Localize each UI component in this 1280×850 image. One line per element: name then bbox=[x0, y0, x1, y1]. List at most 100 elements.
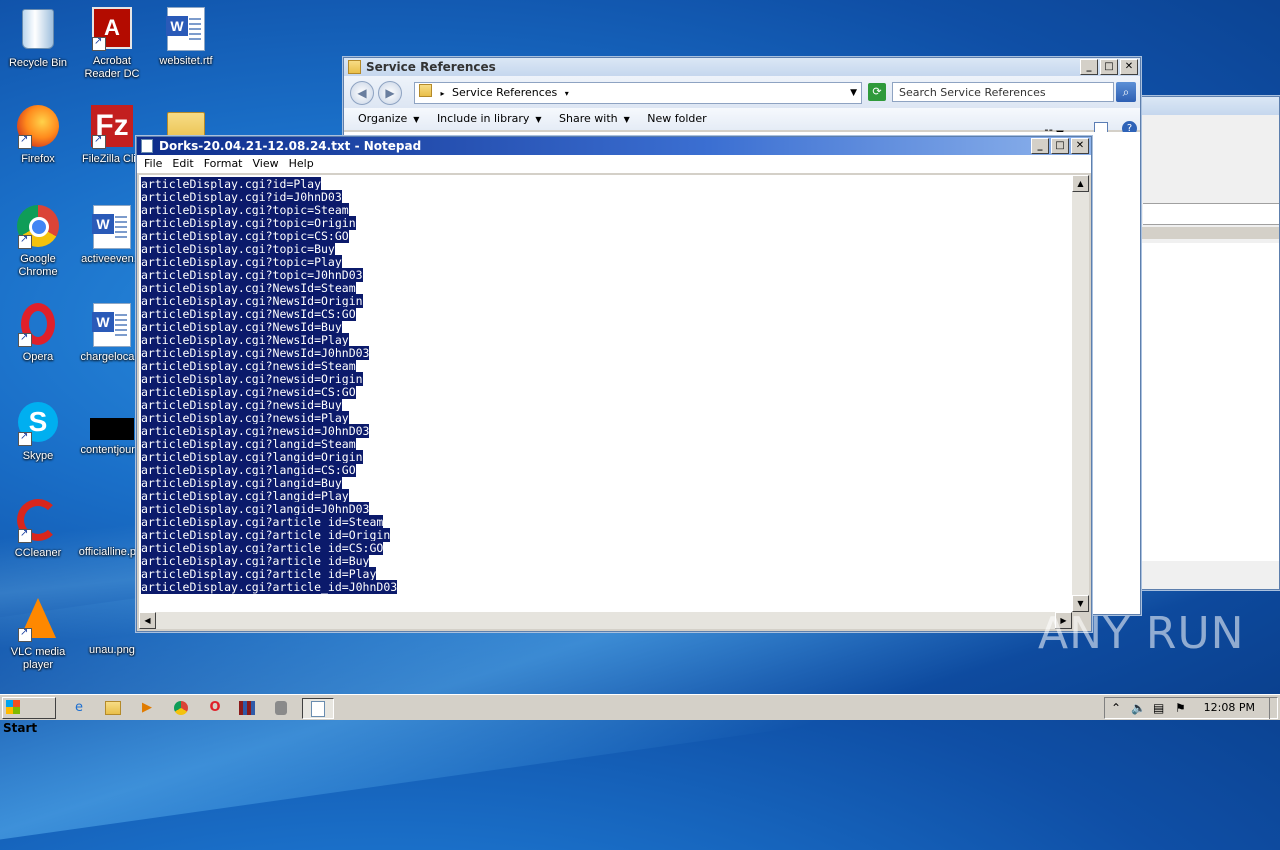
organize-button[interactable]: Organize bbox=[358, 112, 407, 125]
selected-text: articleDisplay.cgi?newsid=Buy bbox=[141, 398, 342, 412]
desktop-icon-skype[interactable]: S Skype bbox=[0, 400, 76, 463]
selected-text: articleDisplay.cgi?newsid=CS:GO bbox=[141, 385, 356, 399]
desktop-icon-label: Firefox bbox=[21, 153, 55, 165]
new-folder-button[interactable]: New folder bbox=[647, 112, 706, 125]
clock[interactable]: 12:08 PM bbox=[1204, 698, 1255, 718]
horizontal-scrollbar[interactable]: ◀ ▶ bbox=[139, 612, 1072, 629]
volume-icon[interactable]: 🔈 bbox=[1131, 698, 1146, 718]
notepad-titlebar[interactable]: Dorks-20.04.21-12.08.24.txt - Notepad _ … bbox=[137, 137, 1091, 155]
text-editor[interactable]: articleDisplay.cgi?id=Play articleDisplay… bbox=[139, 175, 1072, 612]
scroll-left-icon[interactable]: ◀ bbox=[139, 612, 156, 629]
menu-view[interactable]: View bbox=[248, 155, 284, 173]
shortcut-arrow-icon bbox=[18, 233, 32, 249]
desktop-icon-label: VLC media player bbox=[10, 646, 66, 671]
recycle-bin-icon bbox=[22, 9, 54, 49]
desktop-icon-acrobat[interactable]: A Acrobat Reader DC bbox=[74, 6, 150, 81]
menu-edit[interactable]: Edit bbox=[167, 155, 198, 173]
show-desktop-button[interactable] bbox=[1269, 697, 1280, 719]
menu-help[interactable]: Help bbox=[284, 155, 319, 173]
notepad-taskbar-button[interactable] bbox=[302, 698, 334, 719]
notepad-icon bbox=[141, 139, 153, 153]
explorer-titlebar[interactable]: Service References _ □ ✕ bbox=[344, 58, 1140, 76]
selected-text: articleDisplay.cgi?topic=J0hnD03 bbox=[141, 268, 363, 282]
desktop-icon-firefox[interactable]: Firefox bbox=[0, 104, 76, 166]
network-icon[interactable]: ▤ bbox=[1153, 698, 1164, 718]
selected-text: articleDisplay.cgi?langid=J0hnD03 bbox=[141, 502, 370, 516]
selected-text: articleDisplay.cgi?article_id=CS:GO bbox=[141, 541, 384, 555]
watermark: ANY RUN bbox=[1038, 608, 1245, 659]
archiver-icon[interactable] bbox=[236, 698, 258, 717]
shortcut-arrow-icon bbox=[18, 430, 32, 446]
vertical-scrollbar[interactable]: ▲ ▼ bbox=[1072, 175, 1089, 612]
search-icon[interactable]: ⌕ bbox=[1116, 82, 1136, 102]
selected-text: articleDisplay.cgi?NewsId=CS:GO bbox=[141, 307, 356, 321]
menu-file[interactable]: File bbox=[139, 155, 167, 173]
shortcut-arrow-icon bbox=[18, 527, 32, 543]
selected-text: articleDisplay.cgi?langid=Buy bbox=[141, 476, 342, 490]
selected-text: articleDisplay.cgi?article_id=J0hnD03 bbox=[141, 580, 398, 594]
chrome-taskbar-icon[interactable] bbox=[170, 698, 192, 717]
forward-arrow-icon[interactable]: ▶ bbox=[378, 81, 402, 105]
scroll-up-icon[interactable]: ▲ bbox=[1072, 175, 1089, 192]
desktop-icon-vlc[interactable]: VLC media player bbox=[0, 596, 76, 672]
minimize-button[interactable]: _ bbox=[1080, 59, 1098, 75]
desktop-icon-label: Opera bbox=[22, 351, 54, 363]
chevron-down-icon[interactable]: ▼ bbox=[850, 83, 857, 103]
breadcrumb-chevron-icon[interactable]: ▾ bbox=[565, 89, 569, 98]
menu-format[interactable]: Format bbox=[199, 155, 248, 173]
close-button[interactable]: ✕ bbox=[1120, 59, 1138, 75]
desktop-icon-label: Acrobat Reader DC bbox=[84, 55, 140, 80]
address-bar[interactable]: ▸ Service References ▾ ▼ bbox=[414, 82, 862, 104]
notepad-title: Dorks-20.04.21-12.08.24.txt - Notepad bbox=[159, 139, 422, 153]
start-button[interactable]: Start bbox=[2, 697, 56, 735]
selected-text: articleDisplay.cgi?id=Play bbox=[141, 177, 322, 191]
word-document-icon: W bbox=[92, 303, 131, 347]
internet-explorer-icon[interactable]: e bbox=[68, 698, 90, 717]
opera-taskbar-icon[interactable]: O bbox=[204, 698, 226, 717]
selected-text: articleDisplay.cgi?article_id=Buy bbox=[141, 554, 370, 568]
selected-text: articleDisplay.cgi?NewsId=Buy bbox=[141, 320, 342, 334]
file-thumbnail-icon bbox=[90, 418, 134, 440]
explorer-taskbar-icon[interactable] bbox=[102, 698, 124, 717]
desktop-icon-websitet[interactable]: W websitet.rtf bbox=[148, 6, 224, 68]
share-with-button[interactable]: Share with bbox=[559, 112, 618, 125]
desktop-icon-recycle-bin[interactable]: Recycle Bin bbox=[0, 6, 76, 70]
system-tray: ⌃ 🔈 ▤ ⚑ 12:08 PM bbox=[1104, 697, 1278, 719]
breadcrumb-arrow-icon[interactable]: ▸ bbox=[441, 89, 445, 98]
refresh-icon[interactable]: ⟳ bbox=[868, 83, 886, 101]
action-center-flag-icon[interactable]: ⚑ bbox=[1175, 698, 1186, 718]
taskbar: Start e ▶ O ⌃ 🔈 ▤ ⚑ 12:08 PM bbox=[0, 694, 1280, 735]
desktop-icon-chrome[interactable]: Google Chrome bbox=[0, 204, 76, 279]
selected-text: articleDisplay.cgi?article_id=Play bbox=[141, 567, 377, 581]
text-line[interactable]: articleDisplay.cgi?article_id=J0hnD03 bbox=[139, 580, 1072, 594]
selected-text: articleDisplay.cgi?newsid=Play bbox=[141, 411, 349, 425]
selected-text: articleDisplay.cgi?langid=Play bbox=[141, 489, 349, 503]
desktop-icon-unau[interactable]: unau.png bbox=[74, 644, 150, 657]
close-button[interactable]: ✕ bbox=[1071, 138, 1089, 154]
desktop-icon-ccleaner[interactable]: CCleaner bbox=[0, 498, 76, 560]
selected-text: articleDisplay.cgi?topic=CS:GO bbox=[141, 229, 349, 243]
include-in-library-button[interactable]: Include in library bbox=[437, 112, 529, 125]
desktop-icon-label: unau.png bbox=[89, 644, 135, 656]
media-player-icon[interactable]: ▶ bbox=[136, 698, 158, 717]
selected-text: articleDisplay.cgi?id=J0hnD03 bbox=[141, 190, 342, 204]
maximize-button[interactable]: □ bbox=[1051, 138, 1069, 154]
tool-icon[interactable] bbox=[270, 698, 292, 717]
breadcrumb[interactable]: Service References bbox=[452, 86, 557, 99]
selected-text: articleDisplay.cgi?newsid=Origin bbox=[141, 372, 363, 386]
selected-text: articleDisplay.cgi?NewsId=Play bbox=[141, 333, 349, 347]
shortcut-arrow-icon bbox=[18, 133, 32, 149]
folder-icon bbox=[348, 60, 361, 74]
show-hidden-icons-icon[interactable]: ⌃ bbox=[1111, 698, 1121, 718]
notepad-window[interactable]: Dorks-20.04.21-12.08.24.txt - Notepad _ … bbox=[136, 136, 1092, 632]
back-arrow-icon[interactable]: ◀ bbox=[350, 81, 374, 105]
minimize-button[interactable]: _ bbox=[1031, 138, 1049, 154]
explorer-navbar: ◀ ▶ ▸ Service References ▾ ▼ ⟳ Search Se… bbox=[344, 76, 1140, 108]
maximize-button[interactable]: □ bbox=[1100, 59, 1118, 75]
selected-text: articleDisplay.cgi?topic=Origin bbox=[141, 216, 356, 230]
background-window-field bbox=[1143, 203, 1279, 225]
search-input[interactable]: Search Service References bbox=[892, 82, 1114, 102]
desktop-icon-label: Skype bbox=[22, 450, 54, 462]
desktop-icon-opera[interactable]: Opera bbox=[0, 302, 76, 364]
start-label: Start bbox=[3, 721, 38, 735]
